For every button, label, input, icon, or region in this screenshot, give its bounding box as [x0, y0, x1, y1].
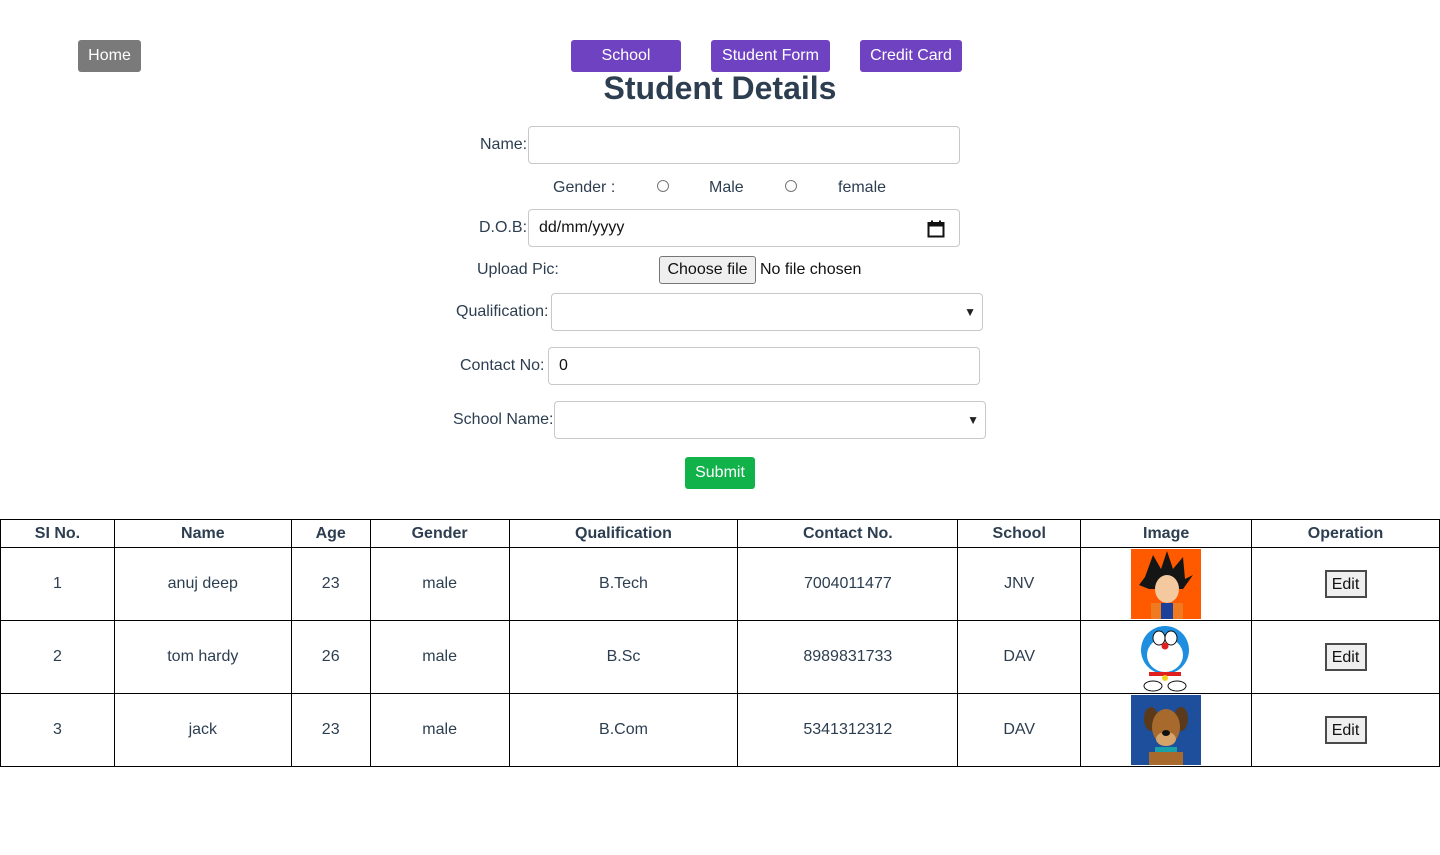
edit-button[interactable]: Edit — [1324, 643, 1367, 671]
student-form-button[interactable]: Student Form — [711, 40, 830, 72]
col-header-age: Age — [290, 519, 371, 548]
cell-gender: male — [369, 547, 510, 621]
choose-file-button[interactable]: Choose file — [659, 256, 756, 284]
cell-qualification: B.Sc — [508, 620, 739, 694]
contact-label: Contact No: — [460, 357, 545, 374]
school-form-button[interactable]: School Form — [571, 40, 681, 96]
col-header-school: School — [957, 519, 1082, 548]
student-photo-doraemon — [1131, 622, 1202, 692]
name-label: Name: — [480, 136, 528, 153]
col-header-name: Name — [113, 519, 292, 548]
col-header-si: SI No. — [0, 519, 115, 548]
cell-contact: 8989831733 — [737, 620, 959, 694]
cell-qualification: B.Tech — [508, 547, 739, 621]
edit-button[interactable]: Edit — [1324, 716, 1367, 744]
cell-image — [1080, 620, 1253, 694]
student-photo-scooby — [1131, 695, 1202, 765]
col-header-image: Image — [1080, 519, 1253, 548]
dob-input[interactable]: dd/mm/yyyy — [528, 209, 960, 247]
cell-operation: Edit — [1251, 547, 1440, 621]
name-input[interactable] — [528, 126, 960, 164]
gender-label: Gender : — [553, 179, 616, 196]
qualification-select[interactable]: ▼ — [551, 293, 983, 331]
credit-card-button[interactable]: Credit Card — [860, 40, 962, 72]
cell-operation: Edit — [1251, 693, 1440, 767]
cell-qualification: B.Com — [508, 693, 739, 767]
cell-contact: 5341312312 — [737, 693, 959, 767]
gender-male-label: Male — [709, 179, 744, 196]
table-header-row: SI No. Name Age Gender Qualification Con… — [0, 519, 1440, 548]
cell-contact: 7004011477 — [737, 547, 959, 621]
calendar-icon[interactable] — [927, 220, 945, 238]
cell-name: jack — [113, 693, 292, 767]
home-button[interactable]: Home — [78, 40, 141, 72]
cell-si: 2 — [0, 620, 115, 694]
submit-button[interactable]: Submit — [685, 457, 755, 489]
col-header-contact: Contact No. — [737, 519, 959, 548]
cell-school: DAV — [957, 693, 1082, 767]
chevron-down-icon: ▼ — [967, 413, 979, 427]
student-photo-goku — [1131, 549, 1202, 619]
contact-input[interactable]: 0 — [548, 347, 980, 385]
cell-age: 26 — [290, 620, 371, 694]
cell-gender: male — [369, 620, 510, 694]
col-header-operation: Operation — [1251, 519, 1440, 548]
school-name-select[interactable]: ▼ — [554, 401, 986, 439]
cell-age: 23 — [290, 693, 371, 767]
col-header-gender: Gender — [369, 519, 510, 548]
cell-image — [1080, 547, 1253, 621]
upload-pic-label: Upload Pic: — [477, 261, 559, 278]
dob-placeholder: dd/mm/yyyy — [539, 219, 625, 236]
table-row: 2 tom hardy 26 male B.Sc 8989831733 DAV — [0, 620, 1440, 694]
page-title: Student Details — [603, 70, 837, 106]
gender-female-radio[interactable] — [785, 180, 797, 192]
table-row: 1 anuj deep 23 male B.Tech 7004011477 JN… — [0, 547, 1440, 621]
cell-operation: Edit — [1251, 620, 1440, 694]
cell-si: 3 — [0, 693, 115, 767]
cell-name: tom hardy — [113, 620, 292, 694]
col-header-qualification: Qualification — [508, 519, 739, 548]
qualification-label: Qualification: — [456, 303, 549, 320]
no-file-chosen-text: No file chosen — [760, 261, 862, 278]
edit-button[interactable]: Edit — [1324, 570, 1367, 598]
school-name-label: School Name: — [453, 411, 554, 428]
gender-female-label: female — [838, 179, 887, 196]
dob-label: D.O.B: — [479, 219, 528, 236]
cell-school: DAV — [957, 620, 1082, 694]
gender-male-radio[interactable] — [657, 180, 669, 192]
cell-image — [1080, 693, 1253, 767]
cell-age: 23 — [290, 547, 371, 621]
cell-school: JNV — [957, 547, 1082, 621]
students-table: SI No. Name Age Gender Qualification Con… — [0, 519, 1440, 767]
cell-name: anuj deep — [113, 547, 292, 621]
cell-si: 1 — [0, 547, 115, 621]
table-row: 3 jack 23 male B.Com 5341312312 DAV Edit — [0, 693, 1440, 767]
cell-gender: male — [369, 693, 510, 767]
chevron-down-icon: ▼ — [964, 305, 976, 319]
